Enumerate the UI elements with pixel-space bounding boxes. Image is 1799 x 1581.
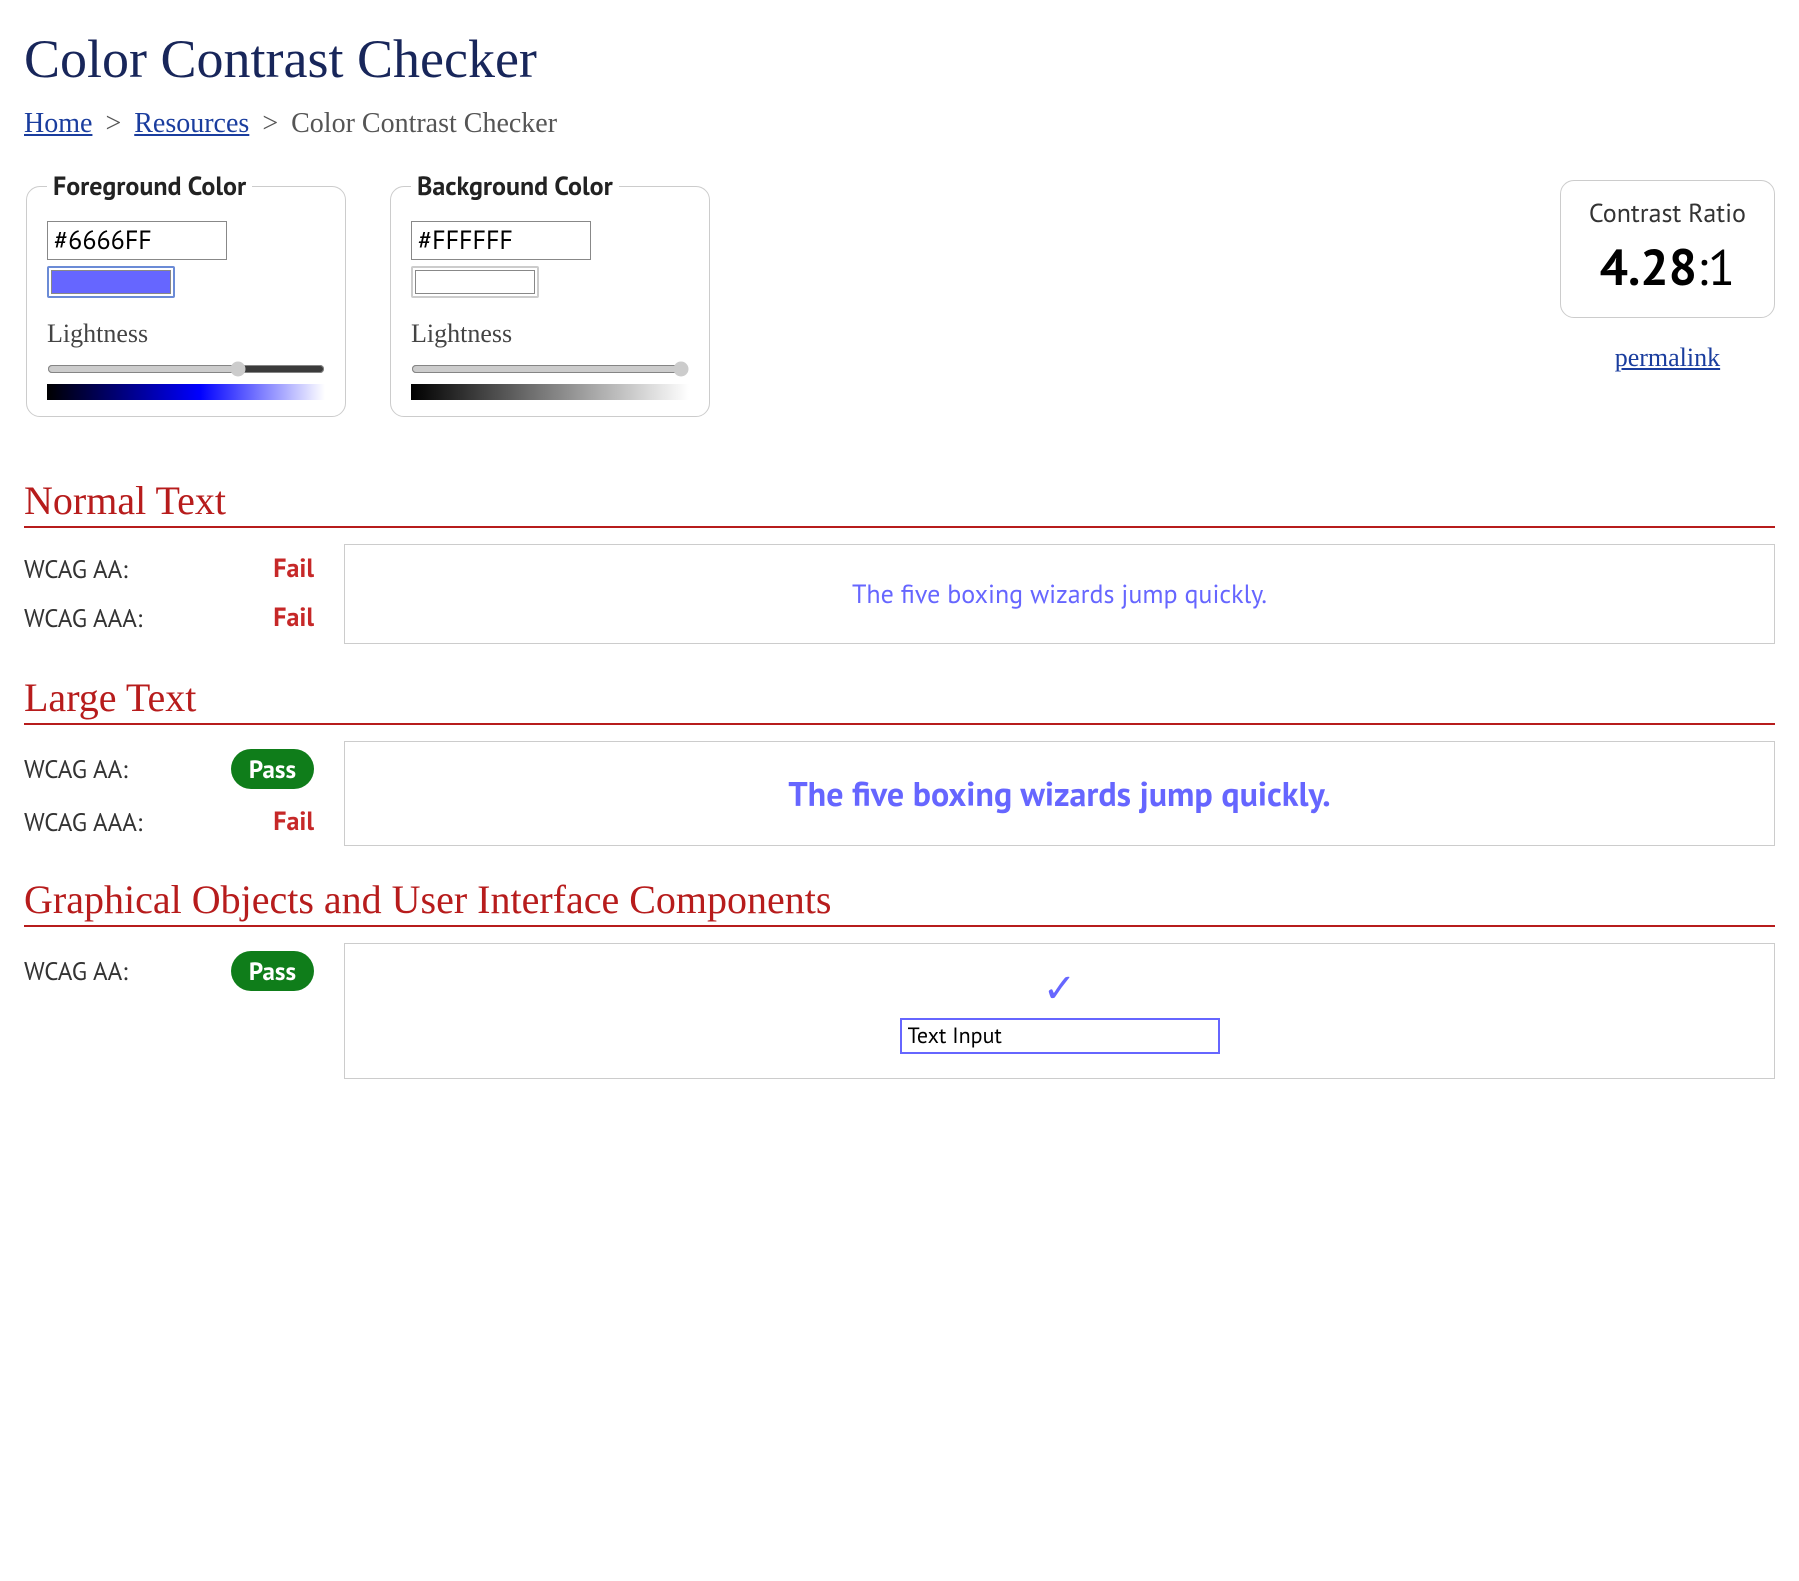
background-legend: Background Color xyxy=(411,170,619,203)
normal-text-heading: Normal Text xyxy=(24,477,1775,528)
contrast-ratio-box: Contrast Ratio 4.28:1 xyxy=(1560,180,1775,318)
normal-aa-result: Fail xyxy=(273,552,314,585)
background-hex-input[interactable] xyxy=(411,221,591,260)
breadcrumb: Home > Resources > Color Contrast Checke… xyxy=(24,108,1775,140)
large-sample-box[interactable]: The five boxing wizards jump quickly. xyxy=(344,741,1775,846)
large-aaa-label: WCAG AAA: xyxy=(24,806,142,838)
breadcrumb-sep: > xyxy=(262,108,278,139)
normal-sample-box[interactable]: The five boxing wizards jump quickly. xyxy=(344,544,1775,644)
permalink-link[interactable]: permalink xyxy=(1615,343,1720,372)
large-aaa-result: Fail xyxy=(273,805,314,838)
normal-sample-text: The five boxing wizards jump quickly. xyxy=(852,578,1267,611)
breadcrumb-sep: > xyxy=(105,108,121,139)
background-swatch xyxy=(415,270,535,294)
foreground-hex-input[interactable] xyxy=(47,221,227,260)
foreground-legend: Foreground Color xyxy=(47,170,252,203)
normal-aaa-result: Fail xyxy=(273,601,314,634)
background-lightness-label: Lightness xyxy=(411,319,689,349)
background-fieldset: Background Color Lightness xyxy=(390,170,710,417)
normal-aaa-label: WCAG AAA: xyxy=(24,602,142,634)
page-title: Color Contrast Checker xyxy=(24,28,1775,90)
foreground-lightness-label: Lightness xyxy=(47,319,325,349)
foreground-gradient xyxy=(47,384,325,400)
large-sample-text: The five boxing wizards jump quickly. xyxy=(788,772,1330,816)
ui-aa-label: WCAG AA: xyxy=(24,955,128,987)
contrast-ratio-label: Contrast Ratio xyxy=(1589,197,1746,230)
ui-aa-result: Pass xyxy=(231,951,314,991)
background-gradient xyxy=(411,384,689,400)
foreground-color-picker[interactable] xyxy=(47,266,175,298)
contrast-ratio-value: 4.28 xyxy=(1600,234,1697,299)
large-text-heading: Large Text xyxy=(24,674,1775,725)
check-icon: ✓ xyxy=(1043,968,1077,1008)
foreground-swatch xyxy=(51,270,171,294)
breadcrumb-current: Color Contrast Checker xyxy=(291,108,557,139)
breadcrumb-resources[interactable]: Resources xyxy=(134,108,249,139)
ui-heading: Graphical Objects and User Interface Com… xyxy=(24,876,1775,927)
foreground-fieldset: Foreground Color Lightness xyxy=(26,170,346,417)
background-lightness-slider[interactable] xyxy=(411,361,689,377)
background-color-picker[interactable] xyxy=(411,266,539,298)
large-aa-label: WCAG AA: xyxy=(24,753,128,785)
ui-sample-input[interactable] xyxy=(900,1018,1220,1054)
foreground-lightness-slider[interactable] xyxy=(47,361,325,377)
large-aa-result: Pass xyxy=(231,749,314,789)
breadcrumb-home[interactable]: Home xyxy=(24,108,92,139)
normal-aa-label: WCAG AA: xyxy=(24,553,128,585)
contrast-ratio-suffix: :1 xyxy=(1697,234,1735,299)
ui-sample-box: ✓ xyxy=(344,943,1775,1079)
